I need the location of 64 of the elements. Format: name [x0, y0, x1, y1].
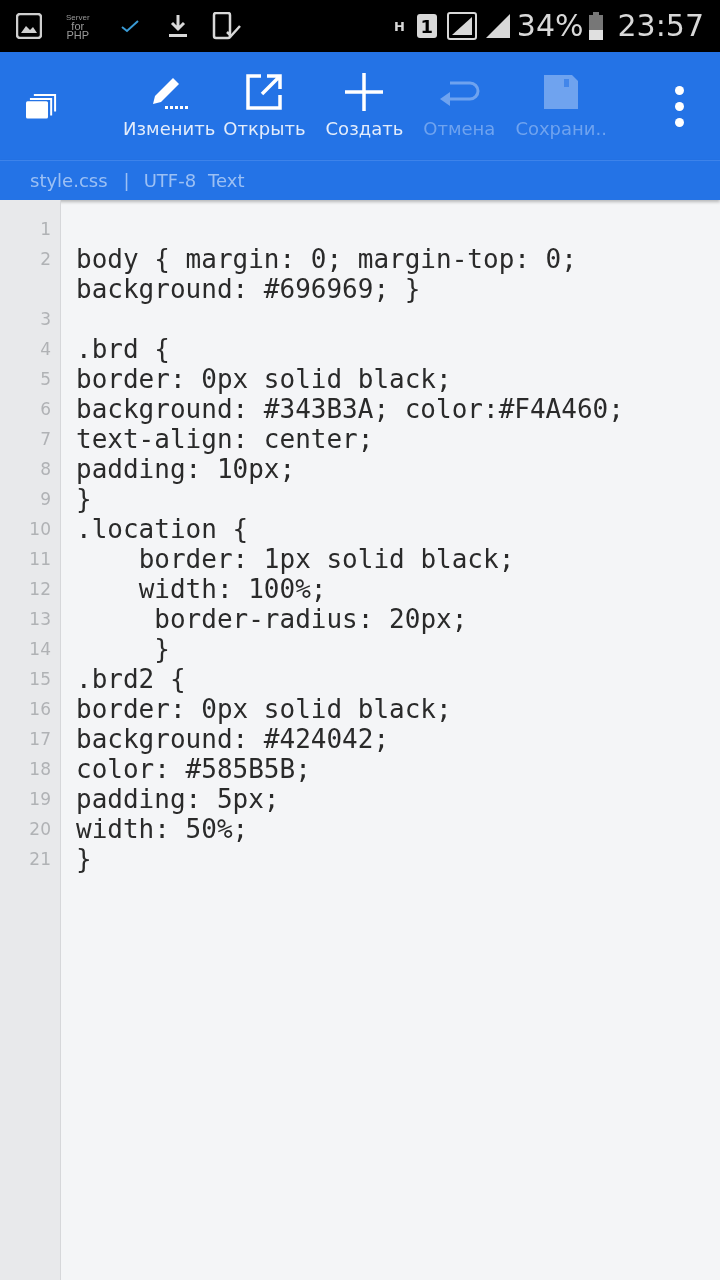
toolbar-button[interactable]: Изменить [119, 71, 220, 141]
external-link-icon [245, 72, 284, 111]
line-number: 10 [29, 518, 51, 541]
signal-icon [484, 13, 511, 39]
signal-icon [446, 12, 477, 40]
line-number: 5 [40, 368, 51, 391]
code-line: text-align: center; [76, 424, 374, 454]
filename: style.css [30, 169, 108, 193]
download-icon [167, 14, 188, 38]
code-line: .brd2 { [76, 664, 187, 694]
line-number: 8 [40, 458, 51, 481]
line-number: 16 [29, 698, 51, 721]
code-line: padding: 10px; [76, 454, 296, 484]
code-line: } [153, 634, 170, 664]
line-number: 1 [40, 218, 51, 241]
line-number: 13 [29, 608, 51, 631]
line-number: 9 [40, 488, 51, 511]
line-number: 14 [29, 638, 51, 661]
battery-percent: 34% [516, 11, 584, 41]
line-number: 21 [29, 848, 51, 871]
sim-badge: 1 [416, 14, 437, 38]
clock: 23:57 [617, 11, 704, 41]
code-line: .location { [76, 514, 249, 544]
code-line: padding: 5px; [76, 784, 280, 814]
line-number: 19 [29, 788, 51, 811]
encoding: UTF-8 [143, 169, 197, 193]
code-line: border: 1px solid black; [137, 544, 515, 574]
code-line: border-radius: 20px; [153, 604, 468, 634]
code-line: border: 0px solid black; [76, 694, 452, 724]
separator: | [123, 169, 130, 193]
network-type: H [393, 19, 405, 33]
phone-check-icon [211, 12, 242, 40]
line-number: 4 [40, 338, 51, 361]
code-line: width: 100%; [137, 574, 327, 604]
mode: Text [208, 169, 245, 193]
notification-label: Server [66, 12, 90, 22]
line-number: 18 [29, 758, 51, 781]
toolbar-button[interactable]: Открыть [219, 71, 310, 141]
notification-label: PHP [66, 30, 90, 40]
code-line: } [76, 484, 92, 514]
code-line: } [76, 844, 92, 874]
code-line: border: 0px solid black; [76, 364, 452, 394]
code-line: width: 50%; [76, 814, 249, 844]
more-menu-icon[interactable] [675, 85, 684, 127]
line-number: 15 [29, 668, 51, 691]
code-line: body { margin: 0; margin-top: 0; background: #696969; } [76, 244, 578, 304]
check-icon [119, 19, 140, 33]
notification-label: for [71, 21, 85, 31]
battery-icon [587, 12, 604, 40]
line-number: 20 [29, 818, 51, 841]
line-number: 12 [29, 578, 51, 601]
plus-icon [344, 71, 385, 112]
line-number: 6 [40, 398, 51, 421]
line-number: 2 [40, 248, 51, 271]
line-number: 7 [40, 428, 51, 451]
code-line: background: #424042; [76, 724, 391, 754]
code-line: .brd { [76, 334, 171, 364]
toolbar-button[interactable]: Создать [321, 71, 408, 141]
line-number: 17 [29, 728, 51, 751]
line-number: 11 [29, 548, 51, 571]
image-icon [16, 13, 42, 39]
code-line: color: #585B5B; [76, 754, 311, 784]
line-number: 3 [40, 308, 51, 331]
code-line: background: #343B3A; color:#F4A460; [76, 394, 625, 424]
